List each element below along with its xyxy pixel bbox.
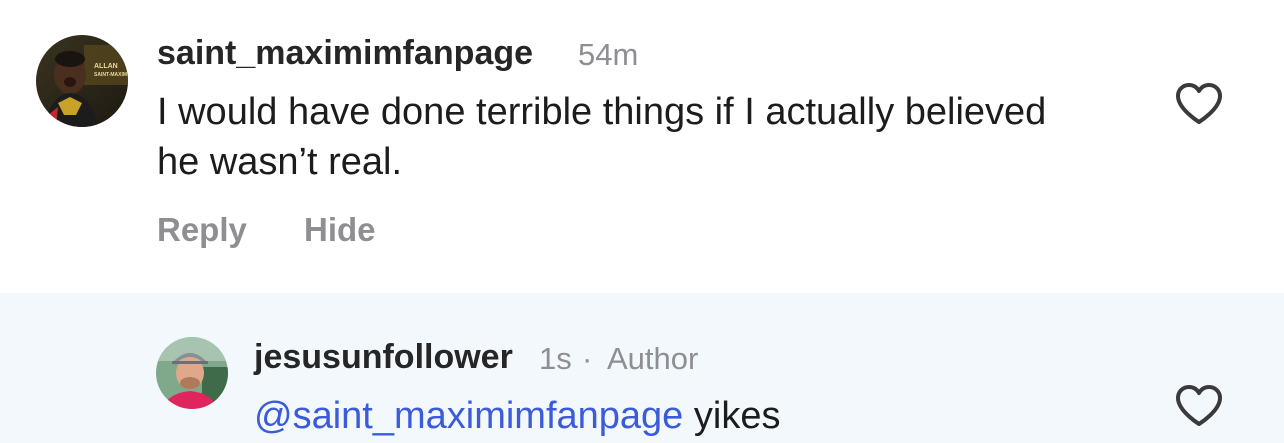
comment-text: I would have done terrible things if I a… bbox=[157, 91, 1047, 183]
avatar[interactable]: ALLAN SAINT-MAXIM bbox=[36, 35, 128, 127]
reply-message: yikes bbox=[693, 395, 781, 437]
heart-outline-icon[interactable] bbox=[1174, 384, 1224, 428]
reply-button[interactable]: Reply bbox=[157, 211, 247, 249]
reply-text: @saint_maximimfanpage yikes bbox=[254, 391, 780, 441]
comments-thread: ALLAN SAINT-MAXIM saint_maximimfanpage 5… bbox=[0, 0, 1284, 443]
reply-timestamp: 1s bbox=[539, 341, 572, 376]
heart-outline-icon[interactable] bbox=[1174, 82, 1224, 126]
comment-item: ALLAN SAINT-MAXIM saint_maximimfanpage 5… bbox=[0, 0, 1284, 293]
avatar-text: SAINT-MAXIM bbox=[94, 72, 127, 78]
author-label: Author bbox=[607, 341, 699, 376]
hide-button[interactable]: Hide bbox=[304, 211, 376, 249]
meta-separator: · bbox=[582, 341, 593, 376]
avatar-text: ALLAN bbox=[94, 63, 118, 70]
comment-username[interactable]: saint_maximimfanpage bbox=[157, 34, 533, 73]
reply-comment-item: jesusunfollower 1s · Author @saint_maxim… bbox=[0, 293, 1284, 443]
reply-username[interactable]: jesusunfollower bbox=[254, 338, 513, 377]
user-mention-link[interactable]: @saint_maximimfanpage bbox=[254, 395, 683, 437]
comment-timestamp: 54m bbox=[578, 37, 639, 72]
avatar[interactable] bbox=[156, 337, 228, 409]
